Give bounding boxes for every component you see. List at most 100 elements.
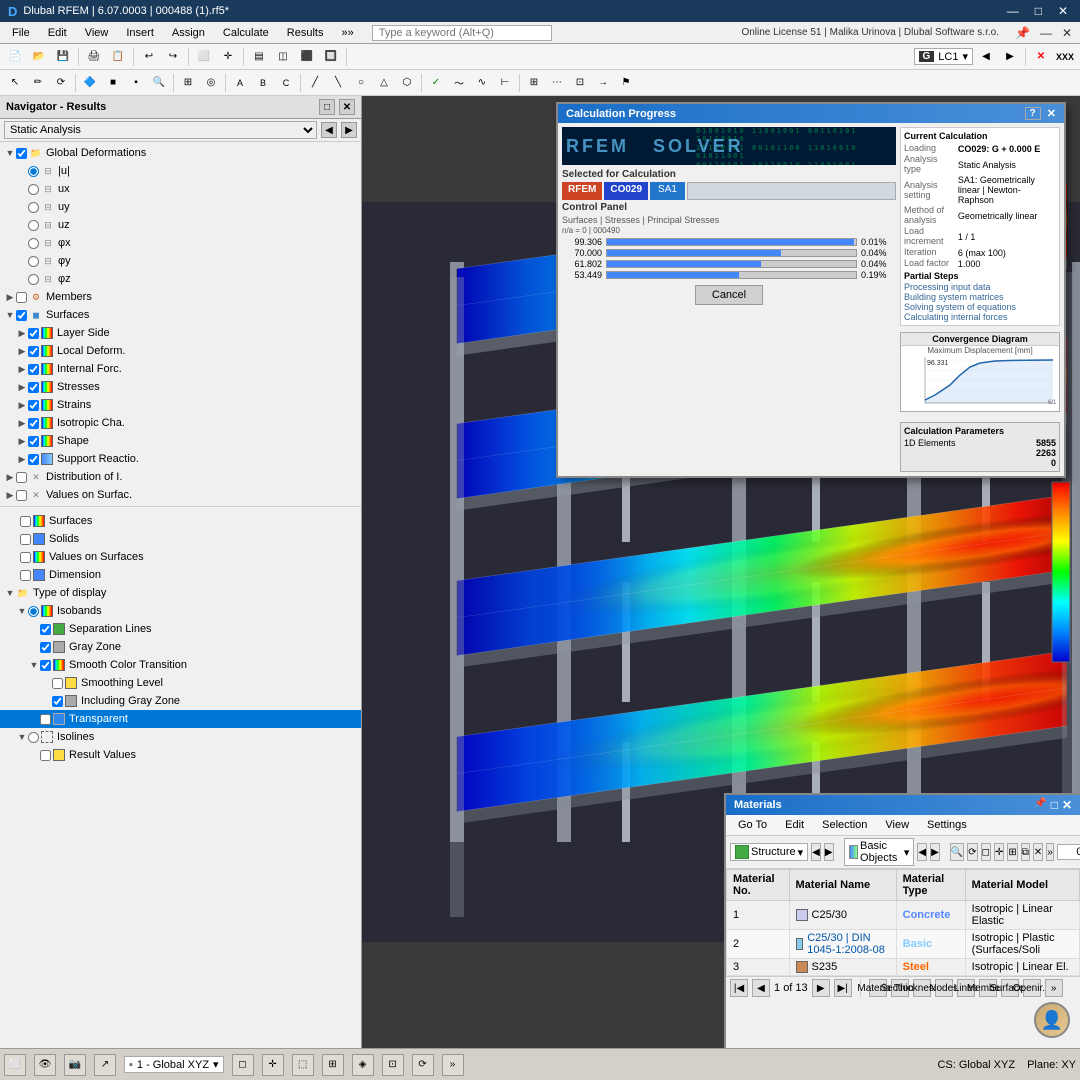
tab-rfem[interactable]: RFEM [562, 182, 602, 200]
toolbar-select[interactable]: ◻ [981, 843, 991, 861]
tb-undo[interactable]: ↩ [138, 47, 160, 67]
tb2-check[interactable]: ✓ [425, 73, 447, 93]
materials-pin-btn[interactable]: 📌 [1034, 798, 1046, 812]
tb-x[interactable]: ✕ [1030, 47, 1052, 67]
radio-isolines[interactable] [28, 732, 39, 743]
status-tb1[interactable]: ◻ [232, 1054, 254, 1076]
tb-open[interactable]: 📂 [28, 47, 50, 67]
menu-edit[interactable]: Edit [777, 817, 812, 833]
toolbar-delete[interactable]: ✕ [1033, 843, 1043, 861]
tb2-arrow[interactable]: → [592, 73, 614, 93]
tb-xxx[interactable]: XXX [1054, 47, 1076, 67]
tb2-wave2[interactable]: ∿ [471, 73, 493, 93]
tree-distribution[interactable]: ▶ ✕ Distribution of I. [0, 468, 361, 486]
cb-isotropic[interactable] [28, 418, 39, 429]
tree-values-on-surfaces[interactable]: ▶ ✕ Values on Surfac. [0, 486, 361, 504]
tb-move[interactable]: ✛ [217, 47, 239, 67]
menu-goto[interactable]: Go To [730, 817, 775, 833]
nav-values-on-surfaces[interactable]: Values on Surfaces [0, 548, 361, 566]
nav-analysis-select[interactable]: Static Analysis [4, 121, 317, 139]
status-tb7[interactable]: ⟳ [412, 1054, 434, 1076]
tb2-dots[interactable]: ⋯ [546, 73, 568, 93]
tb2-snap[interactable]: ◎ [200, 73, 222, 93]
tb-redo[interactable]: ↪ [162, 47, 184, 67]
lc-display[interactable]: G LC1 ▾ [914, 48, 974, 65]
menu-close[interactable]: ✕ [1058, 26, 1076, 40]
status-tb4[interactable]: ⊞ [322, 1054, 344, 1076]
menu-calculate[interactable]: Calculate [215, 25, 277, 41]
tb2-edit[interactable]: ✏ [27, 73, 49, 93]
cb-shape[interactable] [28, 436, 39, 447]
tree-iu[interactable]: ⊟ |u| [0, 162, 361, 180]
tree-shape[interactable]: ▶ Shape [0, 432, 361, 450]
radio-ux[interactable] [28, 184, 39, 195]
menu-settings[interactable]: Settings [919, 817, 975, 833]
cb-local-deform[interactable] [28, 346, 39, 357]
status-tb3[interactable]: ⬚ [292, 1054, 314, 1076]
close-btn[interactable]: ✕ [1054, 4, 1072, 18]
cb-nav-values[interactable] [20, 552, 31, 563]
tb2-triangle[interactable]: △ [373, 73, 395, 93]
page-first-btn[interactable]: |◀ [730, 979, 748, 997]
tb2-zoom[interactable]: 🔍 [148, 73, 170, 93]
nav-solids[interactable]: Solids [0, 530, 361, 548]
tree-uz[interactable]: ⊟ uz [0, 216, 361, 234]
cb-nav-surfaces[interactable] [20, 516, 31, 527]
status-surface-btn[interactable]: ⬜ [4, 1054, 26, 1076]
tree-type-display[interactable]: ▼ 📁 Type of display [0, 584, 361, 602]
lc-status-selector[interactable]: ▪ 1 - Global XYZ ▾ [124, 1056, 224, 1073]
cb-separation-lines[interactable] [40, 624, 51, 635]
tree-local-deform[interactable]: ▶ Local Deform. [0, 342, 361, 360]
cb-distribution[interactable] [16, 472, 27, 483]
radio-phix[interactable] [28, 238, 39, 249]
nav-dimension[interactable]: Dimension [0, 566, 361, 584]
tb2-layers[interactable]: ⊡ [569, 73, 591, 93]
menu-view[interactable]: View [877, 817, 917, 833]
table-row[interactable]: 2 C25/30 | DIN 1045-1:2008-08 Basic Isot… [727, 930, 1080, 959]
tb2-line2[interactable]: ╲ [327, 73, 349, 93]
status-tb6[interactable]: ⊡ [382, 1054, 404, 1076]
tree-stresses[interactable]: ▶ Stresses [0, 378, 361, 396]
tb-view1[interactable]: ▤ [248, 47, 270, 67]
lc-status-dropdown[interactable]: ▾ [213, 1058, 219, 1071]
tb2-c[interactable]: C [275, 73, 297, 93]
toolbar-prev-btn[interactable]: ◀ [811, 843, 821, 861]
radio-phiy[interactable] [28, 256, 39, 267]
radio-isobands[interactable] [28, 606, 39, 617]
tab-co029[interactable]: CO029 [604, 182, 648, 200]
tree-separation-lines[interactable]: Separation Lines [0, 620, 361, 638]
tb2-hash[interactable]: ⊞ [523, 73, 545, 93]
tab-sa1[interactable]: SA1 [650, 182, 685, 200]
tree-result-values[interactable]: Result Values [0, 746, 361, 764]
tb2-polygon[interactable]: ⬡ [396, 73, 418, 93]
radio-uz[interactable] [28, 220, 39, 231]
nodes-tab-btn[interactable]: Nodes [935, 979, 953, 997]
dialog-help-btn[interactable]: ? [1025, 107, 1041, 120]
cb-smooth-color[interactable] [40, 660, 51, 671]
radio-iu[interactable] [28, 166, 39, 177]
tb-view4[interactable]: 🔲 [320, 47, 342, 67]
cb-smoothing-level[interactable] [52, 678, 63, 689]
tree-internal-forces[interactable]: ▶ Internal Forc. [0, 360, 361, 378]
tb2-flag[interactable]: ⚑ [615, 73, 637, 93]
tb-next-lc[interactable]: ▶ [999, 47, 1021, 67]
tb-pdf[interactable]: 📋 [107, 47, 129, 67]
tb-select[interactable]: ⬜ [193, 47, 215, 67]
keyword-search[interactable] [372, 25, 552, 41]
toolbar-rotate[interactable]: ⟳ [967, 843, 977, 861]
menu-view[interactable]: View [77, 25, 117, 41]
cb-strains[interactable] [28, 400, 39, 411]
toolbar-filter[interactable]: ⊞ [1007, 843, 1017, 861]
cb-result-values[interactable] [40, 750, 51, 761]
basic-objects-dropdown[interactable]: ▾ [904, 846, 910, 859]
nav-restore-btn[interactable]: □ [319, 99, 335, 115]
tree-strains[interactable]: ▶ Strains [0, 396, 361, 414]
toolbar-move[interactable]: ✛ [994, 843, 1004, 861]
status-tb2[interactable]: ✛ [262, 1054, 284, 1076]
value-input[interactable] [1057, 844, 1080, 860]
tb-view2[interactable]: ◫ [272, 47, 294, 67]
radio-uy[interactable] [28, 202, 39, 213]
tb2-circle[interactable]: ○ [350, 73, 372, 93]
tb-save[interactable]: 💾 [52, 47, 74, 67]
toolbar-more[interactable]: » [1046, 843, 1054, 861]
